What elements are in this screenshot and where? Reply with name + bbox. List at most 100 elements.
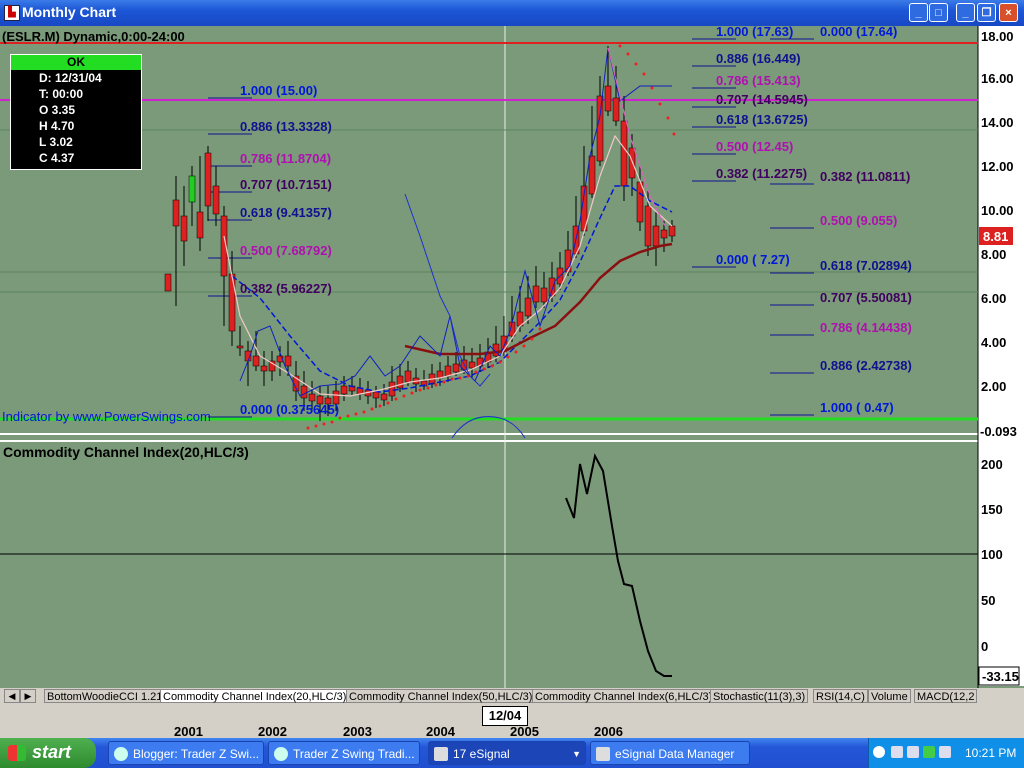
- time-axis[interactable]: 12/04 2001 2002 2003 2004 2005 2006: [0, 704, 1024, 739]
- data-window-status: OK: [11, 55, 141, 70]
- esignal-icon: [434, 747, 448, 761]
- candle-body: [300, 385, 308, 399]
- trailing-stop-dot: [458, 376, 462, 380]
- maximize-button[interactable]: □: [929, 3, 948, 22]
- price-axis-labels: 18.00 16.00 14.00 12.00 10.00 8.00 6.00 4.00 2.0…: [981, 29, 1014, 394]
- tray-app-icon[interactable]: [907, 746, 919, 758]
- candlesticks: [164, 46, 676, 421]
- tab-bottomwoodie[interactable]: BottomWoodieCCI 1.21: [44, 689, 166, 703]
- fib-level-label: 1.000 (17.63): [716, 24, 794, 39]
- tray-volume-icon[interactable]: [939, 746, 951, 758]
- lower-cut-value: -0.093: [980, 424, 1017, 439]
- cci-axis-label: 50: [981, 593, 995, 608]
- candle-body: [388, 381, 396, 397]
- candle-body: [636, 181, 644, 223]
- tab-scroll-right-icon[interactable]: ▶: [20, 689, 36, 703]
- year-label: 2001: [174, 724, 203, 739]
- fib-level-label: 1.000 (15.00): [240, 83, 318, 98]
- year-label: 2006: [594, 724, 623, 739]
- candle-body: [372, 391, 380, 399]
- mdi-restore-button[interactable]: ❐: [977, 3, 996, 22]
- tab-macd[interactable]: MACD(12,2: [914, 689, 978, 703]
- cursor-date-label: 12/04: [482, 706, 528, 726]
- candle-body: [588, 155, 596, 195]
- fib-level-label: 0.500 (12.45): [716, 139, 794, 154]
- task-blogger[interactable]: Blogger: Trader Z Swi...: [108, 741, 264, 765]
- trailing-stop-dot: [306, 426, 310, 430]
- candle-body: [396, 375, 404, 389]
- trailing-stop-dot: [330, 420, 334, 424]
- trailing-stop-dot: [394, 397, 398, 401]
- start-button[interactable]: start: [0, 738, 96, 768]
- mdi-minimize-button[interactable]: _: [956, 3, 975, 22]
- trailing-stop-dot: [626, 52, 630, 56]
- tab-rsi[interactable]: RSI(14,C): [813, 689, 868, 703]
- task-traderz[interactable]: Trader Z Swing Tradi...: [268, 741, 420, 765]
- data-window-row: H 4.70: [39, 119, 75, 133]
- cci-axis-label: 100: [981, 547, 1003, 562]
- data-window[interactable]: OK D: 12/31/04 T: 00:00 O 3.35 H 4.70 L 3.02…: [10, 54, 142, 170]
- data-window-row: D: 12/31/04: [39, 71, 102, 85]
- price-axis-label: 2.00: [981, 379, 1006, 394]
- candle-body: [612, 97, 620, 122]
- candle-body: [644, 205, 652, 247]
- tab-cci-50[interactable]: Commodity Channel Index(50,HLC/3): [346, 689, 536, 703]
- tray-status-icon[interactable]: [923, 746, 935, 758]
- candle-body: [532, 285, 540, 303]
- candle-body: [652, 225, 660, 247]
- trailing-stop-dot: [514, 350, 518, 354]
- tray-expand-icon[interactable]: [873, 746, 885, 758]
- fib-level-label: 0.618 (7.02894): [820, 258, 912, 273]
- symbol-label: (ESLR.M) Dynamic,0:00-24:00: [2, 29, 185, 44]
- candle-body: [540, 287, 548, 303]
- indicator-credit[interactable]: Indicator by www.PowerSwings.com: [2, 409, 211, 424]
- trailing-stop-dot: [530, 337, 534, 341]
- trailing-stop-dot: [386, 401, 390, 405]
- window-titlebar[interactable]: ▙ Monthly Chart _ □ _ ❐ ×: [0, 0, 1024, 26]
- fib-level-label: 0.786 (11.8704): [240, 151, 332, 166]
- close-button[interactable]: ×: [999, 3, 1018, 22]
- candle-body: [548, 277, 556, 297]
- fib-level-label: 0.500 (9.055): [820, 213, 898, 228]
- trailing-stop-dot: [672, 132, 676, 136]
- tab-scroll-left-icon[interactable]: ◀: [4, 689, 20, 703]
- trailing-stop-dot: [466, 374, 470, 378]
- candle-body: [660, 229, 668, 239]
- fib-level-label: 0.886 (2.42738): [820, 358, 912, 373]
- minimize-button[interactable]: _: [909, 3, 928, 22]
- price-axis-label: 14.00: [981, 115, 1014, 130]
- candle-body: [668, 225, 676, 237]
- year-label: 2004: [426, 724, 455, 739]
- candle-body: [204, 152, 212, 207]
- taskbar: start Blogger: Trader Z Swi... Trader Z …: [0, 738, 1024, 768]
- chart-canvas[interactable]: 18.00 16.00 14.00 12.00 10.00 8.00 6.00 4.00 2.0…: [0, 26, 1024, 688]
- fib-level-label: 0.000 ( 7.27): [716, 252, 790, 267]
- tab-cci-6[interactable]: Commodity Channel Index(6,HLC/3): [532, 689, 716, 703]
- tab-stochastic[interactable]: Stochastic(11(3),3): [710, 689, 809, 703]
- trailing-stop-dot: [426, 386, 430, 390]
- task-esignal[interactable]: 17 eSignal ▼: [428, 741, 586, 765]
- trailing-stop-dot: [370, 407, 374, 411]
- candle-body: [596, 95, 604, 162]
- data-window-row: T: 00:00: [39, 87, 84, 101]
- candle-body: [340, 385, 348, 395]
- price-axis-label: 16.00: [981, 71, 1014, 86]
- trailing-stop-dot: [642, 72, 646, 76]
- candle-body: [284, 355, 292, 367]
- price-axis-label: 6.00: [981, 291, 1006, 306]
- browser-icon: [274, 747, 288, 761]
- task-data-manager[interactable]: eSignal Data Manager: [590, 741, 750, 765]
- candle-body: [196, 211, 204, 239]
- tray-network-icon[interactable]: [891, 746, 903, 758]
- indicator-tabs: ◀ ▶ BottomWoodieCCI 1.21 Commodity Chann…: [0, 688, 1024, 704]
- data-window-row: O 3.35: [39, 103, 76, 117]
- tab-volume[interactable]: Volume: [868, 689, 911, 703]
- candle-body: [260, 365, 268, 372]
- windows-flag-icon: [8, 745, 26, 761]
- fib-level-label: 0.000 (17.64): [820, 24, 898, 39]
- price-axis-label: 10.00: [981, 203, 1014, 218]
- tab-cci-20[interactable]: Commodity Channel Index(20,HLC/3): [160, 689, 350, 703]
- trailing-stop-dot: [490, 364, 494, 368]
- browser-icon: [114, 747, 128, 761]
- group-dropdown-icon: ▼: [572, 749, 581, 759]
